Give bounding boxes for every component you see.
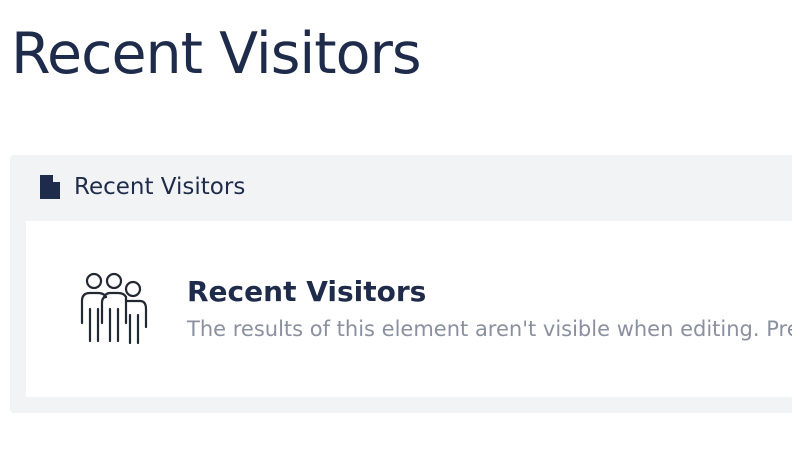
panel-header: Recent Visitors <box>10 155 792 221</box>
document-icon <box>40 175 60 199</box>
people-group-icon <box>76 271 152 345</box>
element-panel: Recent Visitors Recent Visitors The resu… <box>10 155 792 413</box>
page-title: Recent Visitors <box>11 21 422 87</box>
element-placeholder: Recent Visitors The results of this elem… <box>26 221 792 397</box>
element-description: The results of this element aren't visib… <box>187 317 792 341</box>
element-name: Recent Visitors <box>187 275 427 308</box>
panel-title: Recent Visitors <box>74 174 246 200</box>
